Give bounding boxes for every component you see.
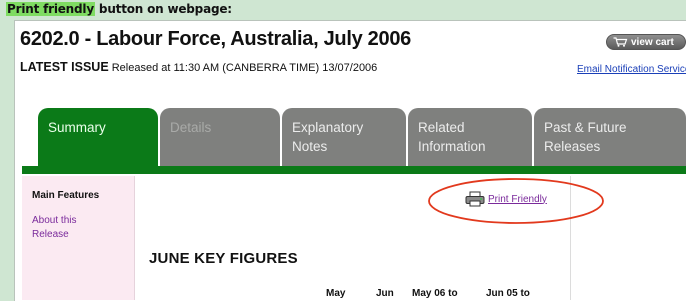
tab-label-line2: Information (418, 139, 486, 154)
column-header: Jun 05 to (486, 288, 530, 299)
caption-text: button on webpage: (94, 2, 232, 16)
tab-label-line1: Past & Future (544, 120, 627, 135)
column-header: May 06 to (412, 288, 458, 299)
caption-highlight: Print friendly (6, 2, 95, 16)
tab-related-information[interactable]: Related Information (408, 108, 532, 166)
view-cart-button[interactable]: view cart (606, 34, 686, 50)
email-notification-link[interactable]: Email Notification Service (577, 64, 686, 75)
column-header: May (326, 288, 346, 299)
tab-underline-bar (22, 166, 686, 174)
sidebar-title: Main Features (32, 190, 100, 201)
cart-icon (613, 37, 628, 47)
tab-past-future-releases[interactable]: Past & Future Releases (534, 108, 686, 166)
caption: Print friendly button on webpage: (6, 2, 232, 16)
latest-issue-label: LATEST ISSUE (20, 60, 109, 74)
view-cart-label: view cart (631, 36, 674, 48)
tab-label-line2: Releases (544, 139, 601, 154)
release-info: LATEST ISSUE Released at 11:30 AM (CANBE… (20, 60, 377, 74)
tab-summary[interactable]: Summary (38, 108, 158, 166)
tab-details[interactable]: Details (160, 108, 280, 166)
tab-label-line2: Notes (292, 139, 328, 154)
page-title: 6202.0 - Labour Force, Australia, July 2… (20, 28, 411, 50)
column-header: Jun (376, 288, 394, 299)
tab-explanatory-notes[interactable]: Explanatory Notes (282, 108, 406, 166)
tab-label: Details (170, 120, 212, 135)
tab-label: Summary (48, 120, 106, 135)
section-heading: JUNE KEY FIGURES (149, 250, 298, 267)
tab-label-line1: Related (418, 120, 465, 135)
tab-label-line1: Explanatory (292, 120, 364, 135)
highlight-oval (428, 178, 604, 224)
sidebar-link-about[interactable]: About this Release (32, 214, 112, 242)
release-text: Released at 11:30 AM (CANBERRA TIME) 13/… (108, 62, 378, 74)
